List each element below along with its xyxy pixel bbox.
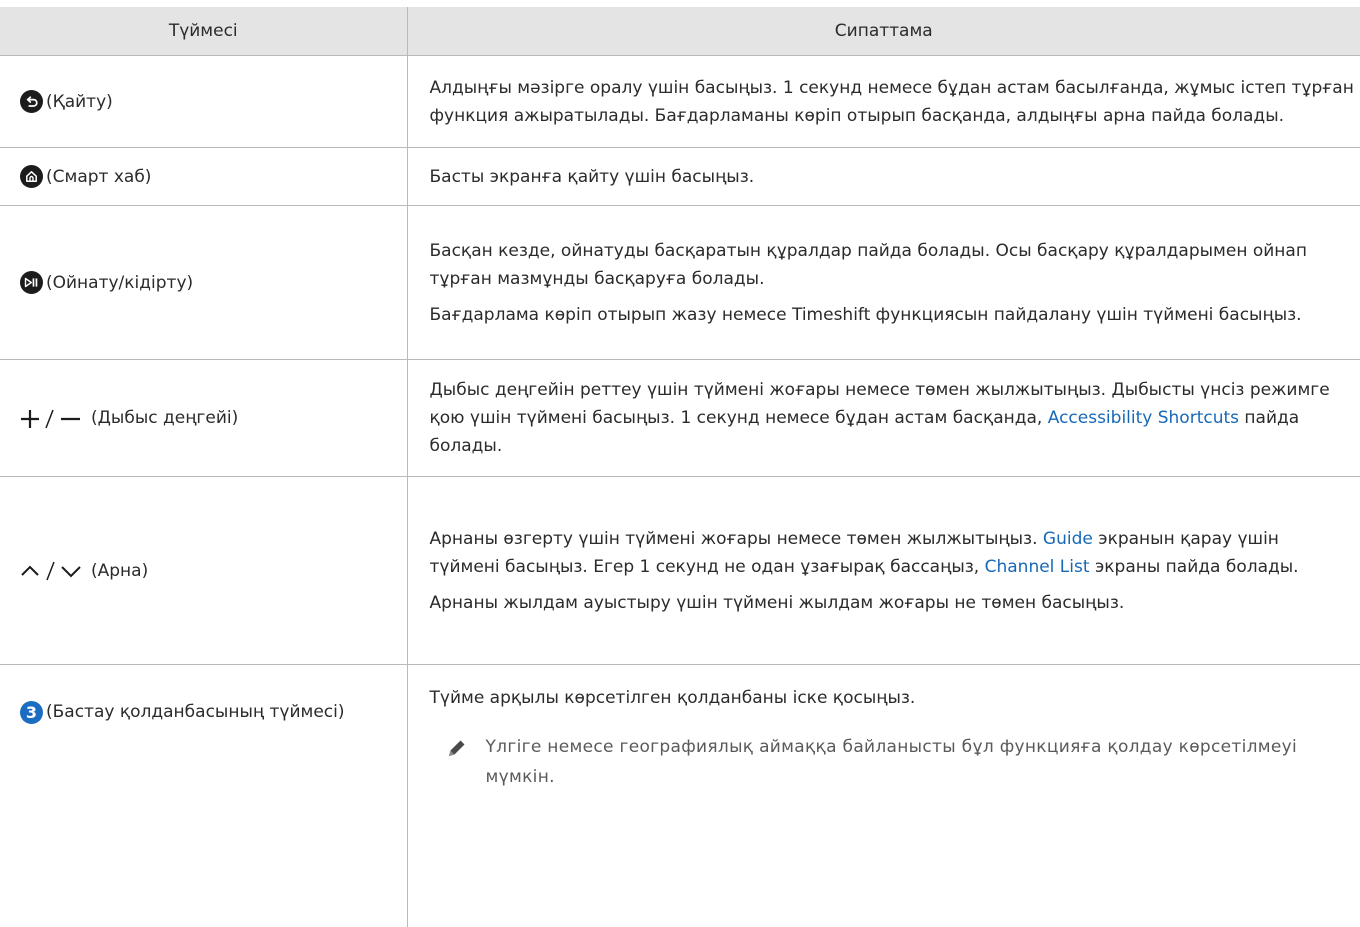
table-row: 3 (Бастау қолданбасының түймесі) Түйме а… (0, 664, 1360, 927)
column-header-button: Түймесі (0, 7, 408, 56)
channel-up-down-icon (20, 559, 88, 582)
description-text: Басқан кезде, ойнатуды басқаратын құралд… (429, 240, 1307, 289)
channel-list-link[interactable]: Channel List (985, 557, 1090, 577)
accessibility-shortcuts-link[interactable]: Accessibility Shortcuts (1048, 408, 1239, 428)
table-row: (Арна) Арнаны өзгерту үшін түймені жоғар… (0, 476, 1360, 665)
button-cell: (Қайту) (0, 55, 408, 148)
button-label: (Бастау қолданбасының түймесі) (46, 702, 345, 722)
volume-plus-minus-icon (20, 407, 88, 430)
description-cell: Дыбыс деңгейін реттеу үшін түймені жоғар… (406, 359, 1360, 477)
description-cell: Басты экранға қайту үшін басыңыз. (406, 147, 1360, 206)
description-cell: Алдыңғы мәзірге оралу үшін басыңыз. 1 се… (406, 55, 1360, 148)
guide-link[interactable]: Guide (1043, 529, 1093, 549)
table-row: (Қайту) Алдыңғы мәзірге оралу үшін басың… (0, 55, 1360, 148)
description-cell: Түйме арқылы көрсетілген қолданбаны іске… (406, 664, 1360, 927)
description-text: Түйме арқылы көрсетілген қолданбаны іске… (429, 688, 916, 708)
home-icon (20, 165, 43, 188)
remote-buttons-table: Түймесі Сипаттама (Қайту) Алдыңғы мәзірг… (0, 7, 1360, 927)
table-row: (Ойнату/кідірту) Басқан кезде, ойнатуды … (0, 205, 1360, 360)
button-label: (Қайту) (46, 91, 113, 112)
pencil-note-icon (446, 737, 468, 759)
button-cell: 3 (Бастау қолданбасының түймесі) (0, 664, 408, 927)
column-header-description: Сипаттама (406, 7, 1360, 56)
button-cell: (Смарт хаб) (0, 147, 408, 206)
play-pause-icon (20, 271, 43, 294)
number-3-icon: 3 (20, 701, 43, 724)
description-text: Басты экранға қайту үшін басыңыз. (429, 166, 755, 187)
button-label: (Ойнату/кідірту) (46, 272, 194, 293)
button-label: (Смарт хаб) (46, 166, 152, 187)
table-row: (Дыбыс деңгейі) Дыбыс деңгейін реттеу үш… (0, 359, 1360, 477)
button-cell: (Дыбыс деңгейі) (0, 359, 408, 477)
description-text: Арнаны өзгерту үшін түймені жоғары немес… (429, 528, 1299, 577)
return-icon (20, 90, 43, 113)
description-text: Алдыңғы мәзірге оралу үшін басыңыз. 1 се… (429, 77, 1354, 126)
description-text: Дыбыс деңгейін реттеу үшін түймені жоғар… (429, 380, 1330, 456)
table-header-row: Түймесі Сипаттама (0, 7, 1360, 56)
description-text: Бағдарлама көріп отырып жазу немесе Time… (429, 304, 1302, 325)
button-label: (Дыбыс деңгейі) (91, 408, 239, 428)
button-cell: (Арна) (0, 476, 408, 665)
description-text: Арнаны жылдам ауыстыру үшін түймені жылд… (429, 592, 1125, 613)
description-cell: Басқан кезде, ойнатуды басқаратын құралд… (406, 205, 1360, 360)
table-row: (Смарт хаб) Басты экранға қайту үшін бас… (0, 147, 1360, 206)
note-text: Үлгіге немесе географиялық аймаққа байла… (485, 737, 1298, 787)
button-label: (Арна) (91, 560, 149, 581)
button-cell: (Ойнату/кідірту) (0, 205, 408, 360)
description-cell: Арнаны өзгерту үшін түймені жоғары немес… (406, 476, 1360, 665)
note: Үлгіге немесе географиялық аймаққа байла… (430, 732, 1355, 792)
